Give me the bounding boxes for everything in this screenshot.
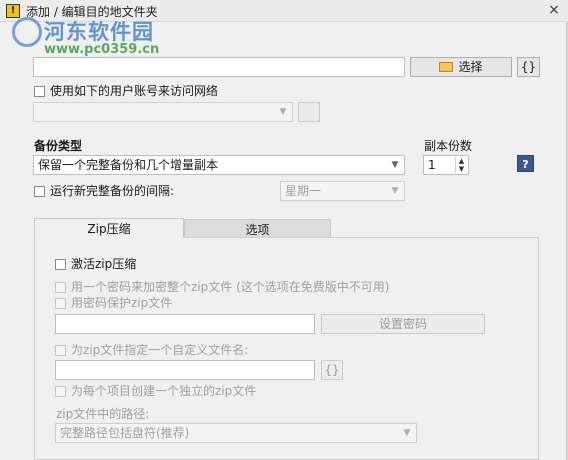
protect-zip-checkbox[interactable] — [55, 298, 66, 309]
encrypt-zip-checkbox[interactable] — [55, 282, 66, 293]
folder-path-input[interactable] — [33, 57, 405, 77]
custom-filename-label: 为zip文件指定一个自定义文件名: — [71, 343, 249, 357]
app-icon: ! — [6, 4, 20, 18]
zip-path-select[interactable]: 完整路径包括盘符(推荐) ▼ — [55, 423, 417, 443]
backup-type-value: 保留一个完整备份和几个增量副本 — [38, 158, 219, 172]
activate-zip-label: 激活zip压缩 — [71, 257, 137, 271]
watermark-url: www.pc0359.cn — [44, 42, 160, 57]
protect-zip-label: 用密码保护zip文件 — [71, 296, 173, 310]
per-item-zip-checkbox[interactable] — [55, 386, 66, 397]
zip-path-label: zip文件中的路径: — [56, 407, 150, 421]
use-account-label: 使用如下的用户账号来访问网络 — [50, 84, 219, 98]
backup-type-label: 备份类型 — [34, 139, 83, 153]
chevron-down-icon: ▼ — [403, 428, 411, 438]
full-backup-interval-checkbox[interactable] — [34, 186, 45, 197]
account-select[interactable]: ▼ — [33, 102, 293, 122]
chevron-down-icon: ▼ — [279, 107, 287, 117]
account-settings-button[interactable] — [298, 102, 320, 122]
help-button[interactable]: ? — [517, 155, 534, 172]
set-password-button[interactable]: 设置密码 — [321, 314, 485, 334]
chevron-down-icon: ▼ — [391, 186, 399, 196]
choose-folder-label: 选择 — [458, 60, 483, 74]
stepper-arrows-icon[interactable]: ▲ ▼ — [455, 157, 467, 173]
copies-value: 1 — [428, 158, 436, 172]
watermark-logo-icon — [12, 17, 42, 47]
folder-icon — [439, 62, 454, 72]
choose-folder-button[interactable]: 选择 — [410, 57, 512, 77]
zip-path-value: 完整路径包括盘符(推荐) — [60, 426, 190, 440]
backup-type-select[interactable]: 保留一个完整备份和几个增量副本 ▼ — [33, 155, 405, 175]
activate-zip-checkbox[interactable] — [55, 259, 66, 270]
folder-variables-button[interactable]: {} — [517, 57, 540, 77]
use-account-checkbox[interactable] — [34, 86, 45, 97]
weekday-select[interactable]: 星期一 ▼ — [280, 181, 405, 201]
copies-stepper[interactable]: 1 ▲ ▼ — [423, 155, 469, 175]
tab-zip-compression[interactable]: Zip压缩 — [34, 218, 184, 238]
zip-password-input[interactable] — [55, 314, 315, 334]
weekday-value: 星期一 — [285, 184, 322, 198]
full-backup-interval-label: 运行新完整备份的间隔: — [50, 184, 175, 198]
custom-filename-checkbox[interactable] — [55, 345, 66, 356]
encrypt-zip-label: 用一个密码来加密整个zip文件 (这个选项在免费版中不可用) — [71, 280, 390, 294]
close-button[interactable]: × — [546, 2, 562, 18]
custom-filename-input[interactable] — [55, 360, 315, 380]
per-item-zip-label: 为每个项目创建一个独立的zip文件 — [71, 384, 257, 398]
chevron-down-icon: ▼ — [391, 160, 399, 170]
copies-label: 副本份数 — [424, 139, 473, 153]
filename-variables-button[interactable]: {} — [321, 360, 343, 380]
